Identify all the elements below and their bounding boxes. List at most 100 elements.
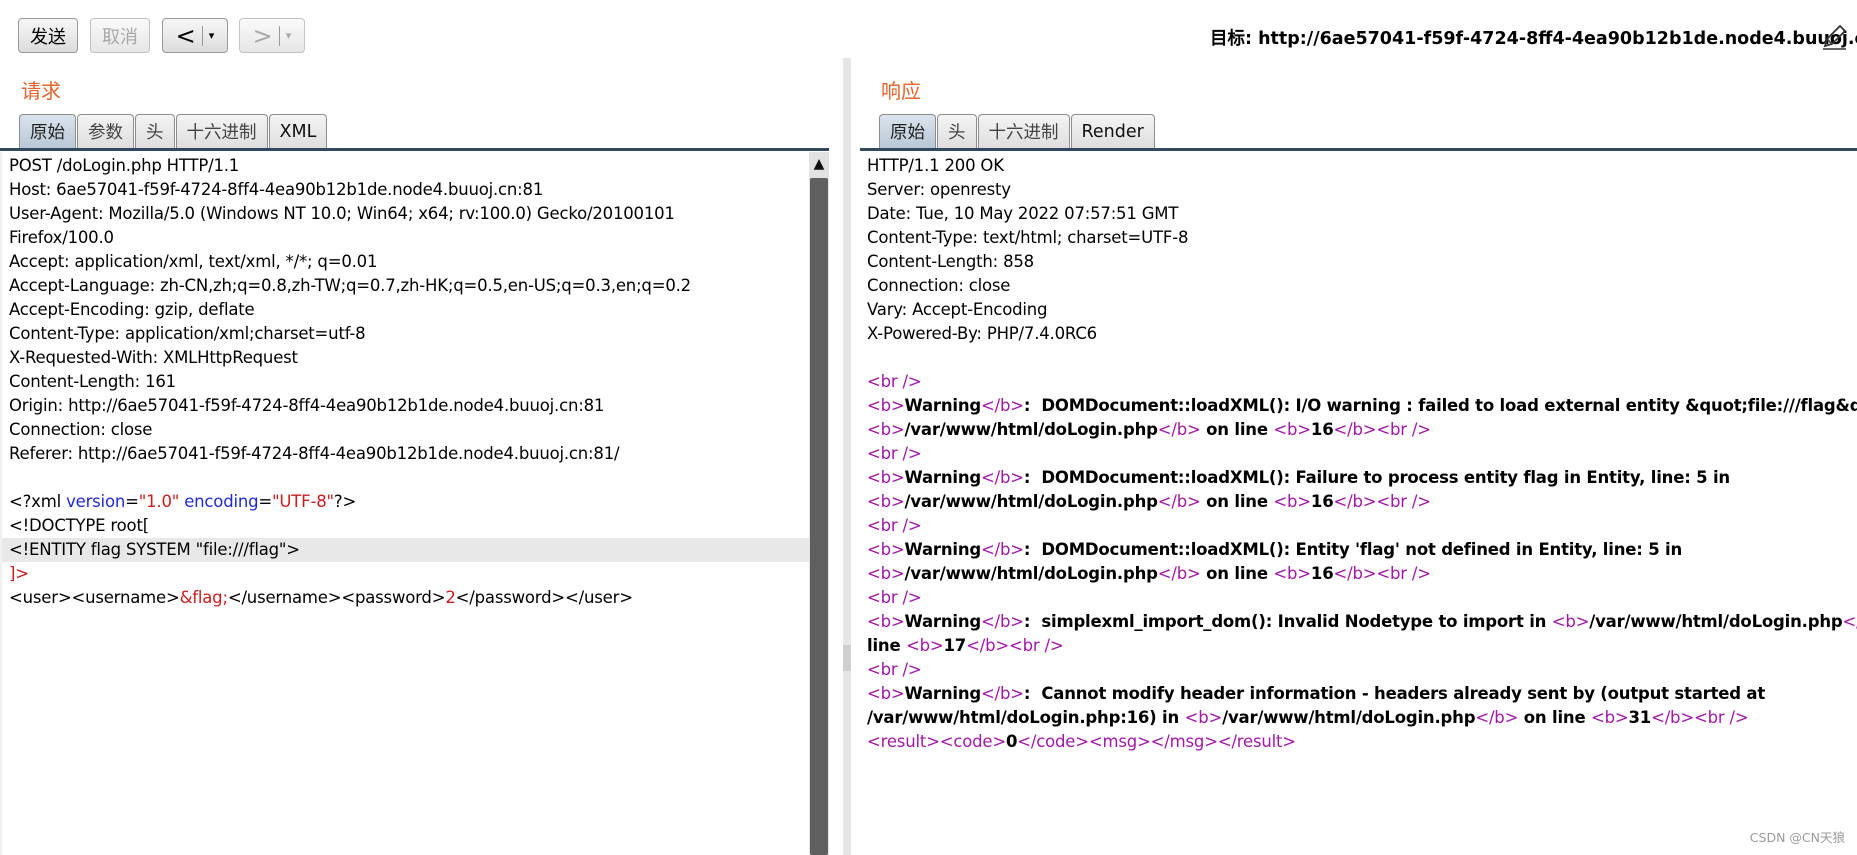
chevron-down-icon[interactable]: ▾ — [209, 29, 215, 42]
scroll-thumb[interactable] — [810, 178, 828, 855]
warning-message: DOMDocument::loadXML(): I/O warning : fa… — [1041, 396, 1857, 415]
warning-file-line: <b>/var/www/html/doLogin.php</b> on line… — [867, 562, 1857, 586]
html-tag: </b> — [1333, 492, 1377, 511]
tab-headers[interactable]: 头 — [937, 114, 977, 148]
xml-tag: </password> — [455, 588, 566, 607]
html-tag: <b> — [1551, 612, 1590, 631]
chevron-down-icon[interactable]: ▾ — [286, 29, 292, 42]
html-tag: <b> — [1273, 420, 1311, 439]
colon: : — [1023, 612, 1042, 631]
request-line: X-Requested-With: XMLHttpRequest — [9, 348, 298, 367]
html-tag: <br /> — [1008, 636, 1064, 655]
request-line: Firefox/100.0 — [9, 228, 114, 247]
html-tag: <br /> — [1376, 564, 1431, 583]
pane-divider-grip[interactable] — [843, 645, 851, 671]
request-editor[interactable]: POST /doLogin.php HTTP/1.1 Host: 6ae5704… — [0, 152, 829, 855]
tab-xml[interactable]: XML — [268, 114, 328, 148]
tab-raw[interactable]: 原始 — [879, 114, 936, 148]
html-tag: <b> — [867, 396, 905, 415]
line-number: 16 — [1310, 564, 1334, 583]
request-line: Accept: application/xml, text/xml, */*; … — [9, 252, 378, 271]
html-tag: <b> — [1184, 708, 1223, 727]
response-text[interactable]: HTTP/1.1 200 OK Server: openresty Date: … — [867, 154, 1857, 754]
button-separator — [201, 25, 203, 46]
html-tag: </b> — [1842, 612, 1857, 631]
html-tag: <b> — [867, 564, 905, 583]
request-tabs: 原始 参数 头 十六进制 XML — [19, 114, 328, 148]
request-line: Referer: http://6ae57041-f59f-4724-8ff4-… — [9, 444, 620, 463]
warning-message: Cannot modify header information - heade… — [1041, 684, 1766, 703]
forward-button[interactable]: > ▾ — [239, 18, 305, 53]
file-path: /var/www/html/doLogin.php — [904, 420, 1158, 439]
warning-message: DOMDocument::loadXML(): Entity 'flag' no… — [1041, 540, 1683, 559]
request-line: Host: 6ae57041-f59f-4724-8ff4-4ea90b12b1… — [9, 180, 544, 199]
on-line-text: on line — [1200, 420, 1274, 439]
html-br: <br /> — [867, 660, 922, 679]
pencil-edit-icon[interactable] — [1819, 22, 1849, 52]
html-tag: </b> — [1157, 564, 1201, 583]
tab-headers[interactable]: 头 — [135, 114, 175, 148]
tab-hex[interactable]: 十六进制 — [977, 114, 1070, 148]
html-tag: </b> — [1333, 564, 1377, 583]
response-header-line: Connection: close — [867, 276, 1011, 295]
tab-rule — [860, 148, 1857, 151]
xml-eq: = — [125, 492, 139, 511]
tab-raw[interactable]: 原始 — [19, 114, 76, 148]
on-line-text: on line — [1200, 564, 1274, 583]
response-header-line: Date: Tue, 10 May 2022 07:57:51 GMT — [867, 204, 1179, 223]
colon: : — [1023, 468, 1042, 487]
warning-file-line: line <b>17</b><br /> — [867, 634, 1857, 658]
html-br: <br /> — [867, 516, 922, 535]
request-line: Connection: close — [9, 420, 153, 439]
warning-word: Warning — [904, 612, 982, 631]
button-separator — [278, 25, 280, 46]
html-br: <br /> — [867, 372, 922, 391]
warning-line: <b> Warning </b>: simplexml_import_dom(): … — [867, 610, 1857, 634]
html-tag: </msg> — [1150, 732, 1218, 751]
line-number: 31 — [1628, 708, 1652, 727]
xml-doctype-close: ]> — [9, 564, 29, 583]
tab-render[interactable]: Render — [1070, 114, 1155, 148]
xml-val-version: "1.0" — [138, 492, 180, 511]
pane-divider[interactable] — [843, 58, 851, 855]
warning-line: <b>Warning</b>: Cannot modify header inf… — [867, 682, 1857, 706]
html-br: <br /> — [867, 588, 922, 607]
tab-hex[interactable]: 十六进制 — [175, 114, 268, 148]
response-header-line: Vary: Accept-Encoding — [867, 300, 1048, 319]
file-path: /var/www/html/doLogin.php — [1222, 708, 1476, 727]
request-text[interactable]: POST /doLogin.php HTTP/1.1 Host: 6ae5704… — [2, 154, 809, 610]
html-tag: <b> — [867, 492, 905, 511]
html-tag: <b> — [1273, 492, 1311, 511]
html-tag: </b> — [980, 540, 1024, 559]
xml-tag: <username> — [71, 588, 180, 607]
html-tag: </b> — [966, 636, 1009, 655]
request-line: POST /doLogin.php HTTP/1.1 — [9, 156, 240, 175]
html-tag: </b> — [1157, 492, 1201, 511]
html-tag: <br /> — [1376, 492, 1431, 511]
response-editor[interactable]: HTTP/1.1 200 OK Server: openresty Date: … — [860, 152, 1857, 855]
watermark: CSDN @CN天狼 — [1749, 830, 1845, 845]
scroll-up-icon[interactable]: ▲ — [809, 154, 829, 174]
html-tag: <b> — [906, 636, 944, 655]
xml-user-line: <user><username>&flag;</username><passwo… — [9, 586, 809, 610]
back-button[interactable]: < ▾ — [162, 18, 228, 53]
request-title: 请求 — [21, 79, 61, 103]
warning-word: Warning — [904, 540, 982, 559]
cancel-button[interactable]: 取消 — [90, 18, 150, 53]
html-tag: <result> — [867, 732, 940, 751]
request-scrollbar[interactable]: ▲ — [809, 152, 829, 855]
send-button[interactable]: 发送 — [18, 18, 78, 53]
html-tag: </b> — [980, 396, 1024, 415]
warning-message: simplexml_import_dom(): Invalid Nodetype… — [1041, 612, 1552, 631]
response-header-line: HTTP/1.1 200 OK — [867, 156, 1004, 175]
xml-tag: </username> — [227, 588, 342, 607]
html-tag: </code> — [1017, 732, 1089, 751]
html-tag: </b> — [1651, 708, 1694, 727]
file-path: /var/www/html/doLogin.php — [904, 564, 1158, 583]
response-tabs: 原始 头 十六进制 Render — [879, 114, 1156, 148]
tab-params[interactable]: 参数 — [77, 114, 134, 148]
response-title: 响应 — [881, 79, 921, 103]
toolbar: 发送 取消 < ▾ > ▾ 目标: http://6ae57041-f59f-4… — [0, 0, 1857, 62]
